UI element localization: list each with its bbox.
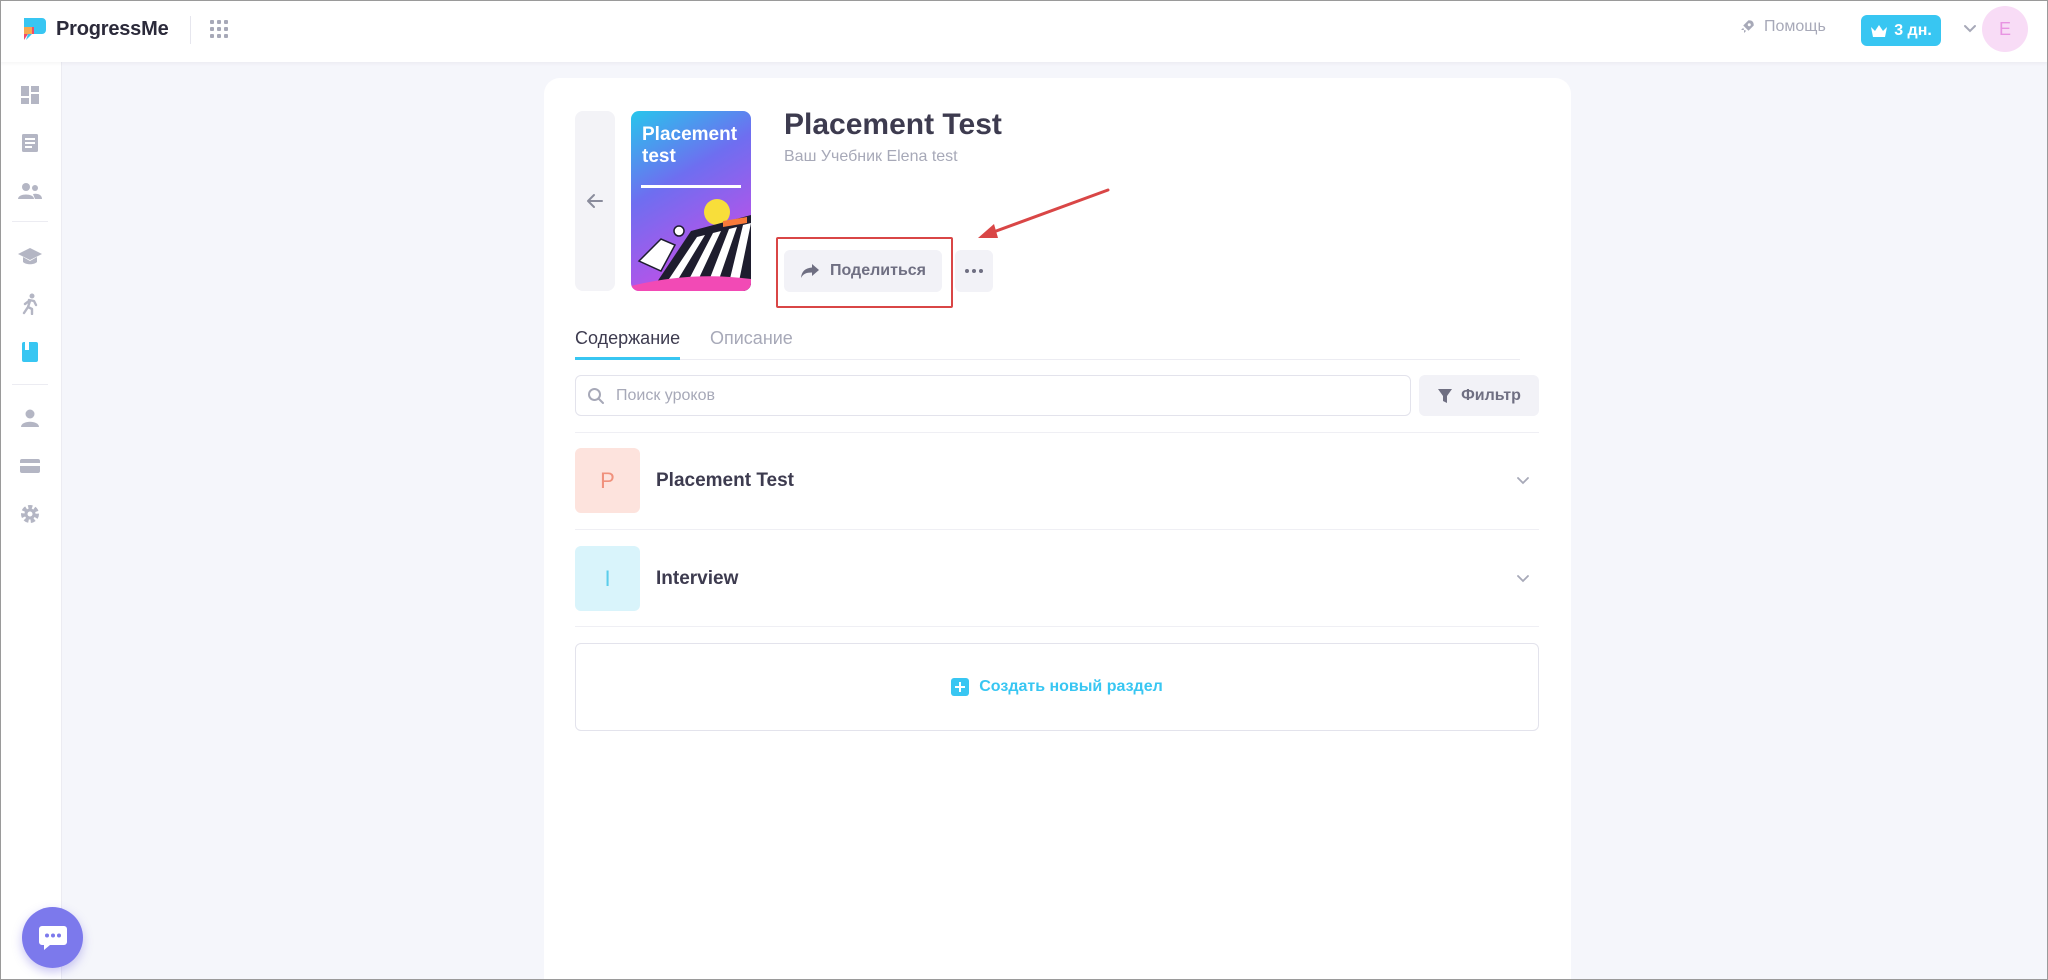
tab-content[interactable]: Содержание — [575, 328, 681, 360]
logo-icon — [24, 18, 46, 40]
list-divider — [575, 529, 1539, 530]
share-icon — [800, 264, 819, 278]
sidebar-item-courses[interactable] — [17, 243, 43, 269]
activity-icon — [22, 293, 38, 315]
page-title: Placement Test — [784, 108, 1002, 141]
trial-badge[interactable]: 3 дн. — [1861, 15, 1941, 46]
dashboard-icon — [21, 86, 39, 104]
students-icon — [18, 183, 42, 199]
sidebar-item-activity[interactable] — [17, 291, 43, 317]
share-label: Поделиться — [829, 262, 927, 279]
sidebar-divider — [12, 221, 48, 222]
trial-label: 3 дн. — [1894, 21, 1932, 39]
brand-name: ProgressMe — [56, 17, 169, 40]
tab-bar: Содержание Описание — [575, 328, 1520, 360]
list-divider — [575, 626, 1539, 627]
list-item[interactable]: I Interview — [575, 546, 1539, 612]
sidebar-item-lessons[interactable] — [17, 130, 43, 156]
sidebar-item-settings[interactable] — [17, 501, 43, 527]
lessons-icon — [22, 134, 38, 152]
filter-button[interactable]: Фильтр — [1419, 375, 1539, 416]
search-icon — [588, 388, 604, 404]
payment-icon — [20, 459, 40, 473]
sidebar-item-payments[interactable] — [17, 453, 43, 479]
sidebar-item-students[interactable] — [17, 178, 43, 204]
cover-title: Placement test — [642, 124, 738, 167]
textbook-icon — [22, 342, 38, 362]
rocket-icon — [1741, 20, 1754, 33]
section-badge: I — [575, 546, 640, 611]
more-icon — [965, 269, 983, 273]
chat-button[interactable] — [22, 907, 83, 968]
chevron-down-icon[interactable] — [1515, 570, 1531, 586]
tab-description[interactable]: Описание — [710, 328, 793, 360]
profile-icon — [21, 409, 39, 427]
sidebar — [0, 62, 62, 980]
section-title: Interview — [656, 568, 739, 589]
help-label: Помощь — [1764, 18, 1826, 35]
chat-icon — [38, 925, 67, 950]
filter-label: Фильтр — [1461, 386, 1521, 404]
section-badge: P — [575, 448, 640, 513]
avatar[interactable]: E — [1982, 6, 2028, 52]
sidebar-item-profile[interactable] — [17, 405, 43, 431]
create-section-label: Создать новый раздел — [979, 678, 1163, 695]
sidebar-item-dashboard[interactable] — [17, 82, 43, 108]
share-button[interactable]: Поделиться — [784, 250, 942, 292]
topbar-divider — [190, 16, 191, 44]
create-section-button[interactable]: Создать новый раздел — [575, 643, 1539, 731]
help-link[interactable]: Помощь — [1738, 18, 1826, 36]
chevron-down-icon[interactable] — [1962, 20, 1978, 36]
textbook-card: Placement test Placement Test Ваш Учебни… — [544, 78, 1571, 980]
sidebar-divider — [12, 384, 48, 385]
brand-logo[interactable]: ProgressMe — [20, 15, 169, 43]
chevron-down-icon[interactable] — [1515, 472, 1531, 488]
section-title: Placement Test — [656, 470, 794, 491]
more-options-button[interactable] — [955, 250, 993, 292]
list-divider — [575, 432, 1539, 433]
arrow-left-icon — [587, 194, 603, 208]
list-item[interactable]: P Placement Test — [575, 448, 1539, 514]
search-field[interactable] — [575, 375, 1411, 416]
book-subtitle: Ваш Учебник Elena test — [784, 148, 958, 165]
apps-grid-icon[interactable] — [210, 20, 228, 38]
back-button[interactable] — [575, 111, 615, 291]
search-input[interactable] — [616, 386, 1410, 405]
settings-icon — [21, 505, 39, 523]
top-bar: ProgressMe Помощь 3 дн. E — [0, 0, 2048, 62]
annotation-arrow — [978, 188, 1110, 238]
plus-icon — [951, 678, 970, 696]
filter-icon — [1438, 388, 1453, 403]
book-cover[interactable]: Placement test — [631, 111, 751, 291]
courses-icon — [18, 248, 42, 265]
crown-icon — [1871, 24, 1888, 37]
sidebar-item-textbooks[interactable] — [17, 339, 43, 365]
